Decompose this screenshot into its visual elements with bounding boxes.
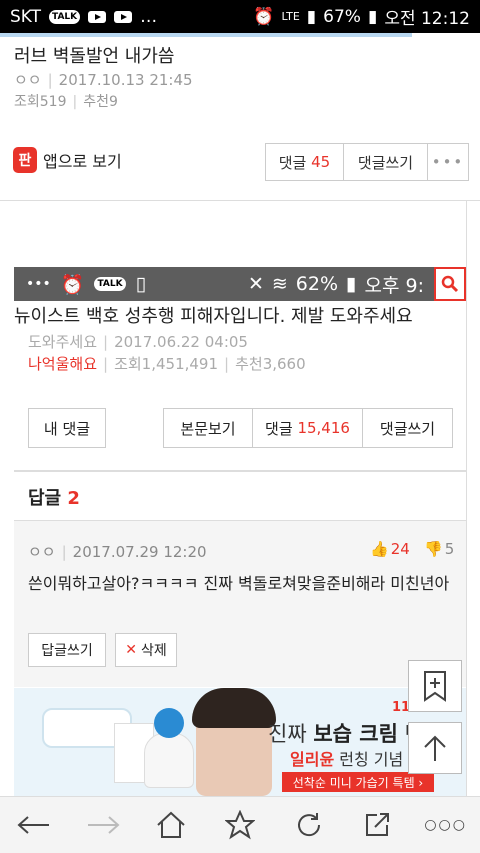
bookmark-plus-icon [424, 671, 446, 702]
comments-button[interactable]: 댓글 45 [266, 144, 344, 180]
write-comment-button[interactable]: 댓글쓰기 [344, 144, 428, 180]
post-title: 러브 벽돌발언 내가씀 [14, 46, 175, 67]
embedded-comments-label: 댓글 [265, 419, 293, 438]
carrier-label: SKT [10, 6, 42, 27]
pann-logo-icon: 판 [13, 147, 37, 173]
embedded-date: 2017.06.22 04:05 [114, 333, 248, 351]
embedded-battery-icon: ▮ [346, 273, 357, 295]
reply-header: 답글 2 [28, 484, 80, 510]
bookmark-star-icon[interactable] [220, 805, 260, 845]
post-meta-stats: 조회519 | 추천9 [14, 94, 118, 110]
reply-author: ㅇㅇ [28, 543, 56, 561]
reply-dislike-count: 5 [444, 540, 455, 558]
network-type: LTE [281, 10, 300, 23]
section-divider [0, 200, 480, 201]
thumbs-up-icon: 👍 [370, 540, 389, 558]
reply-like-count: 24 [390, 540, 410, 558]
youtube-icon-2 [114, 10, 133, 23]
post-meta-author-date: ㅇㅇ | 2017.10.13 21:45 [14, 71, 193, 89]
status-bar: SKT TALK … ⏰ LTE ▮ 67% ▮ 오전 12:12 [0, 0, 480, 33]
embedded-sim-icon: ▯ [135, 273, 147, 295]
ad-headline-pre: 진짜 [268, 722, 314, 746]
forward-arrow-icon[interactable] [83, 805, 123, 845]
reply-like-button[interactable]: 👍 24 [370, 540, 410, 558]
app-view-label: 앱으로 보기 [43, 152, 122, 171]
embedded-comments-count: 15,416 [297, 419, 350, 437]
ad-subline: 일리윤 런칭 기념 [290, 746, 403, 770]
embedded-recommends: 추천3,660 [235, 355, 306, 373]
more-options-icon[interactable]: ••• [428, 144, 468, 180]
embedded-status-bar: ••• ⏰ TALK ▯ ✕ ≋ 62% ▮ 오후 9: [14, 267, 466, 301]
reply-count: 2 [67, 488, 80, 509]
browser-toolbar: ○○○ [0, 796, 480, 853]
embedded-alarm-icon: ⏰ [60, 273, 85, 296]
search-icon[interactable] [434, 267, 466, 301]
back-arrow-icon[interactable] [14, 805, 54, 845]
embedded-meta-stats: 나억울해요 | 조회1,451,491 | 추천3,660 [28, 355, 306, 373]
embedded-meta-author-date: 도와주세요 | 2017.06.22 04:05 [28, 333, 248, 351]
view-body-button[interactable]: 본문보기 [164, 409, 253, 447]
ad-model-hair [192, 688, 276, 728]
embedded-menu-icon: ••• [26, 276, 51, 292]
clock: 오전 12:12 [384, 9, 470, 29]
reply-delete-label: 삭제 [140, 643, 167, 659]
signal-icon: ▮ [306, 6, 317, 27]
home-icon[interactable] [151, 805, 191, 845]
alarm-icon: ⏰ [253, 6, 275, 27]
more-notifications-icon: … [140, 6, 158, 27]
reply-meta: ㅇㅇ | 2017.07.29 12:20 [28, 543, 207, 561]
scrollbar-track[interactable] [466, 201, 480, 841]
embedded-mute-icon: ✕ [247, 273, 264, 295]
ad-cta[interactable]: 선착순 미니 가습기 특템 › [282, 772, 434, 792]
embedded-talk-icon: TALK [94, 277, 126, 291]
share-icon[interactable] [357, 805, 397, 845]
post-recommends: 추천9 [83, 94, 118, 110]
post-date: 2017.10.13 21:45 [58, 71, 193, 89]
reply-date: 2017.07.29 12:20 [72, 543, 207, 561]
post-author: ㅇㅇ [14, 71, 42, 89]
my-comments-button[interactable]: 내 댓글 [28, 408, 106, 448]
battery-icon: ▮ [367, 6, 378, 27]
comments-label: 댓글 [278, 153, 307, 172]
page-load-progress [0, 33, 412, 37]
youtube-icon [88, 10, 107, 23]
reply-delete-button[interactable]: ✕ 삭제 [115, 633, 177, 667]
embedded-post-title: 뉴이스트 백호 성추행 피해자입니다. 제발 도와주세요 [14, 306, 413, 327]
embedded-comment-actions: 본문보기 댓글 15,416 댓글쓰기 [163, 408, 453, 448]
delete-x-icon: ✕ [125, 642, 137, 658]
embedded-wifi-icon: ≋ [271, 273, 288, 295]
embedded-divider [14, 470, 466, 472]
ad-brand-name: 일리윤 [290, 750, 335, 769]
thumbs-down-icon: 👎 [424, 540, 443, 558]
embedded-write-comment-button[interactable]: 댓글쓰기 [363, 409, 452, 447]
ad-humidifier-head [154, 708, 184, 738]
comments-count: 45 [311, 153, 331, 171]
bookmark-add-button[interactable] [408, 660, 462, 712]
ad-headline-bold: 보습 크림 [313, 722, 398, 746]
reply-text: 쓴이뭐하고살아?ㅋㅋㅋㅋ 진짜 벽돌로쳐맞을준비해라 미친년아 [28, 574, 450, 593]
refresh-icon[interactable] [289, 805, 329, 845]
reply-header-label: 답글 [28, 488, 62, 509]
embedded-category: 나억울해요 [28, 355, 98, 373]
post-views: 조회519 [14, 94, 67, 110]
embedded-views: 조회1,451,491 [114, 355, 219, 373]
battery-percent: 67% [323, 6, 361, 27]
app-view-link[interactable]: 판 앱으로 보기 [13, 147, 122, 173]
ad-humidifier [144, 733, 194, 788]
embedded-battery-percent: 62% [295, 273, 339, 295]
more-menu-icon[interactable]: ○○○ [424, 805, 466, 845]
scroll-to-top-button[interactable] [408, 722, 462, 774]
arrow-up-icon [424, 735, 446, 761]
ad-subline-rest: 런칭 기념 [334, 750, 404, 769]
embedded-comments-button[interactable]: 댓글 15,416 [253, 409, 363, 447]
reply-write-button[interactable]: 답글쓰기 [28, 633, 106, 667]
embedded-clock: 오후 9: [364, 274, 425, 297]
comment-actions: 댓글 45 댓글쓰기 ••• [265, 143, 469, 181]
reply-dislike-button[interactable]: 👎 5 [424, 540, 454, 558]
embedded-author: 도와주세요 [28, 333, 98, 351]
kakaotalk-icon: TALK [49, 9, 81, 24]
